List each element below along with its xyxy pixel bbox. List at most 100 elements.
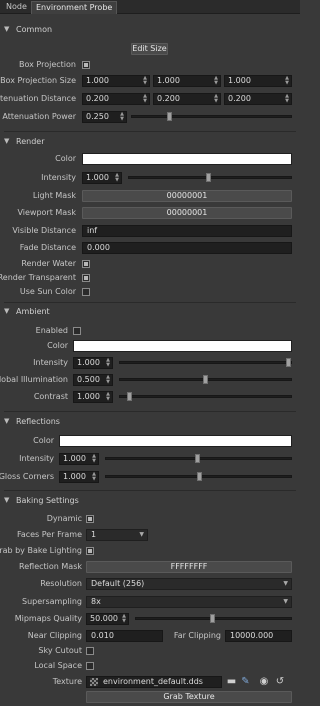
slider-knob[interactable] — [127, 392, 132, 401]
section-common-header[interactable]: ▼ Common — [0, 23, 300, 36]
eye-icon[interactable]: ◉ — [258, 676, 270, 688]
edit-size-button[interactable]: Edit Size — [131, 43, 168, 55]
folder-icon[interactable]: ▬ — [226, 676, 237, 688]
slider-knob[interactable] — [197, 472, 202, 481]
section-baking-header[interactable]: ▼ Baking Settings — [0, 494, 300, 507]
edit-texture-icon[interactable]: ✎ — [240, 676, 251, 688]
spin-arrows-icon[interactable]: ▲ ▼ — [284, 76, 290, 86]
box-size-y-input[interactable]: 1.000 ▲ ▼ — [153, 75, 221, 87]
slider-knob[interactable] — [167, 112, 172, 121]
texture-path-input[interactable]: environment_default.dds — [86, 676, 222, 688]
chevron-down-icon: ▼ — [283, 598, 288, 605]
spin-arrows-icon[interactable]: ▲ ▼ — [91, 472, 97, 482]
spin-arrows-icon[interactable]: ▲ ▼ — [114, 173, 120, 183]
reflections-color-swatch[interactable] — [59, 435, 292, 447]
ambient-intensity-input[interactable]: 1.000 ▲ ▼ — [73, 357, 113, 369]
mipmaps-quality-slider[interactable] — [135, 614, 292, 623]
attenuation-y-input[interactable]: 0.200 ▲ ▼ — [153, 93, 221, 105]
attenuation-x-input[interactable]: 0.200 ▲ ▼ — [82, 93, 150, 105]
contrast-label: Contrast — [33, 392, 68, 401]
slider-knob[interactable] — [286, 358, 291, 367]
faces-per-frame-dropdown[interactable]: 1 ▼ — [86, 529, 148, 541]
section-title: Baking Settings — [16, 496, 79, 505]
grab-texture-button[interactable]: Grab Texture — [86, 691, 292, 703]
fade-distance-input[interactable]: 0.000 — [82, 242, 292, 254]
slider-knob[interactable] — [195, 454, 200, 463]
spin-arrows-icon[interactable]: ▲ ▼ — [119, 112, 125, 122]
viewport-mask-label: Viewport Mask — [17, 208, 76, 217]
global-illumination-input[interactable]: 0.500 ▲ ▼ — [73, 374, 113, 386]
ambient-enabled-label: Enabled — [35, 326, 68, 335]
global-illumination-slider[interactable] — [119, 375, 292, 384]
chevron-down-icon: ▼ — [139, 531, 144, 538]
global-illumination-label: Global Illumination — [0, 375, 68, 384]
slider-knob[interactable] — [210, 614, 215, 623]
gloss-corners-slider[interactable] — [105, 472, 292, 481]
contrast-input[interactable]: 1.000 ▲ ▼ — [73, 391, 113, 403]
far-clipping-input[interactable]: 10000.000 — [225, 630, 292, 642]
section-title: Ambient — [16, 307, 50, 316]
resolution-dropdown[interactable]: Default (256) ▼ — [86, 578, 292, 590]
ambient-color-label: Color — [47, 341, 68, 350]
tab-bar: Node Environment Probe — [0, 0, 300, 14]
mipmaps-quality-input[interactable]: 50.000 ▲ ▼ — [86, 613, 129, 625]
section-reflections-header[interactable]: ▼ Reflections — [0, 415, 300, 428]
box-projection-label: Box Projection — [19, 60, 76, 69]
spin-arrows-icon[interactable]: ▲ ▼ — [142, 94, 148, 104]
collapse-arrow-icon: ▼ — [4, 25, 10, 33]
attenuation-z-input[interactable]: 0.200 ▲ ▼ — [224, 93, 292, 105]
near-clipping-input[interactable]: 0.010 — [86, 630, 163, 642]
ambient-enabled-checkbox[interactable] — [73, 327, 81, 335]
reflections-intensity-input[interactable]: 1.000 ▲ ▼ — [59, 453, 99, 465]
box-size-z-input[interactable]: 1.000 ▲ ▼ — [224, 75, 292, 87]
render-intensity-input[interactable]: 1.000 ▲ ▼ — [82, 172, 122, 184]
fade-distance-label: Fade Distance — [19, 243, 76, 252]
spin-arrows-icon[interactable]: ▲ ▼ — [213, 76, 219, 86]
reset-icon[interactable]: ↺ — [274, 676, 286, 688]
spin-arrows-icon[interactable]: ▲ ▼ — [284, 94, 290, 104]
section-render-header[interactable]: ▼ Render — [0, 135, 300, 148]
reflection-mask-button[interactable]: FFFFFFFF — [86, 561, 292, 573]
local-space-checkbox[interactable] — [86, 662, 94, 670]
dynamic-checkbox[interactable] — [86, 515, 94, 523]
divider — [4, 302, 296, 303]
sky-cutout-checkbox[interactable] — [86, 647, 94, 655]
attenuation-power-input[interactable]: 0.250 ▲ ▼ — [82, 111, 127, 123]
render-transparent-label: Render Transparent — [0, 273, 76, 282]
visible-distance-input[interactable]: inf — [82, 225, 292, 237]
spin-arrows-icon[interactable]: ▲ ▼ — [121, 614, 127, 624]
spin-arrows-icon[interactable]: ▲ ▼ — [105, 358, 111, 368]
section-title: Reflections — [16, 417, 60, 426]
viewport-mask-button[interactable]: 00000001 — [82, 207, 292, 219]
ambient-color-swatch[interactable] — [73, 340, 292, 352]
slider-knob[interactable] — [203, 375, 208, 384]
spin-arrows-icon[interactable]: ▲ ▼ — [213, 94, 219, 104]
slider-knob[interactable] — [206, 173, 211, 182]
render-color-swatch[interactable] — [82, 153, 292, 165]
box-projection-checkbox[interactable] — [82, 61, 90, 69]
gloss-corners-input[interactable]: 1.000 ▲ ▼ — [59, 471, 99, 483]
collapse-arrow-icon: ▼ — [4, 307, 10, 315]
ambient-intensity-slider[interactable] — [119, 358, 292, 367]
spin-arrows-icon[interactable]: ▲ ▼ — [105, 392, 111, 402]
render-intensity-slider[interactable] — [128, 173, 292, 182]
contrast-slider[interactable] — [119, 392, 292, 401]
far-clipping-label: Far Clipping — [173, 631, 221, 640]
reflections-intensity-slider[interactable] — [105, 454, 292, 463]
box-size-x-input[interactable]: 1.000 ▲ ▼ — [82, 75, 150, 87]
light-mask-button[interactable]: 00000001 — [82, 190, 292, 202]
use-sun-color-label: Use Sun Color — [19, 287, 76, 296]
attenuation-power-slider[interactable] — [131, 112, 292, 121]
tab-environment-probe[interactable]: Environment Probe — [31, 1, 118, 14]
spin-arrows-icon[interactable]: ▲ ▼ — [142, 76, 148, 86]
spin-arrows-icon[interactable]: ▲ ▼ — [105, 375, 111, 385]
supersampling-dropdown[interactable]: 8x ▼ — [86, 596, 292, 608]
use-sun-color-checkbox[interactable] — [82, 288, 90, 296]
render-water-checkbox[interactable] — [82, 260, 90, 268]
tab-node[interactable]: Node — [2, 1, 31, 14]
spin-arrows-icon[interactable]: ▲ ▼ — [91, 454, 97, 464]
grab-by-bake-lighting-checkbox[interactable] — [86, 547, 94, 555]
section-ambient-header[interactable]: ▼ Ambient — [0, 305, 300, 318]
near-clipping-label: Near Clipping — [27, 631, 82, 640]
render-transparent-checkbox[interactable] — [82, 274, 90, 282]
